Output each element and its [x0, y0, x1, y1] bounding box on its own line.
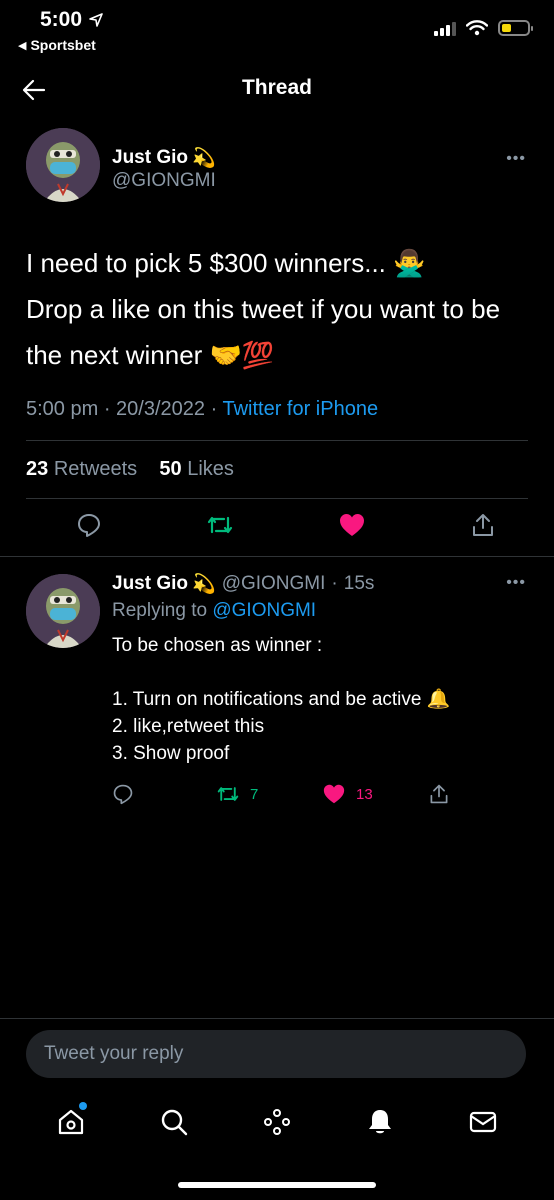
- thread-header: Thread: [0, 62, 554, 118]
- tweet-text: I need to pick 5 $300 winners... 🙅‍♂️ Dr…: [26, 248, 501, 370]
- reply-share-button[interactable]: [428, 783, 450, 805]
- cellular-signal-icon: [434, 20, 456, 36]
- reply-input[interactable]: Tweet your reply: [26, 1030, 526, 1078]
- mail-icon: [469, 1111, 496, 1133]
- author-display-name[interactable]: Just Gio 💫: [112, 146, 216, 170]
- page-title: Thread: [241, 76, 312, 99]
- retweet-icon[interactable]: [206, 512, 234, 538]
- home-icon: [59, 1109, 84, 1135]
- divider: [26, 498, 528, 499]
- likes-stat[interactable]: 50 Likes: [159, 458, 234, 480]
- divider: [0, 556, 554, 557]
- dizzy-emoji-icon: 💫: [192, 574, 216, 595]
- heart-icon[interactable]: [338, 512, 366, 538]
- divider: [26, 440, 528, 441]
- back-to-app-link[interactable]: ◀ Sportsbet: [18, 37, 96, 53]
- retweet-icon: [217, 787, 239, 801]
- search-icon: [161, 1109, 188, 1136]
- home-indicator: [178, 1182, 376, 1188]
- location-arrow-icon: [89, 13, 103, 27]
- reply-retweet-button[interactable]: 7: [216, 783, 322, 805]
- reply-age: 15s: [343, 573, 375, 594]
- replying-to-link[interactable]: @GIONGMI: [212, 600, 316, 621]
- retweets-stat[interactable]: 23 Retweets: [26, 458, 137, 480]
- reply-author-handle[interactable]: @GIONGMI: [222, 573, 326, 595]
- reply-actions: 7 13: [112, 783, 522, 805]
- bottom-tab-bar: [0, 1098, 554, 1146]
- tab-spaces[interactable]: [253, 1098, 301, 1146]
- avatar[interactable]: [26, 128, 100, 202]
- battery-icon: [498, 20, 533, 36]
- dizzy-emoji-icon: 💫: [192, 148, 216, 169]
- tab-search[interactable]: [150, 1098, 198, 1146]
- reply-comment-button[interactable]: [112, 783, 216, 805]
- heart-icon: [323, 784, 345, 804]
- spaces-icon: [263, 1109, 290, 1135]
- author-handle[interactable]: @GIONGMI: [112, 170, 216, 192]
- status-bar: 5:00 ◀ Sportsbet: [0, 0, 554, 60]
- replying-to: Replying to @GIONGMI: [112, 600, 317, 621]
- tweet-stats: 23 Retweets 50 Likes: [26, 458, 234, 481]
- bell-icon: [368, 1110, 391, 1134]
- tab-home[interactable]: [47, 1098, 95, 1146]
- comment-icon: [113, 784, 133, 805]
- reply-author-name[interactable]: Just Gio 💫: [112, 572, 216, 596]
- tab-messages[interactable]: [459, 1098, 507, 1146]
- avatar[interactable]: [26, 574, 100, 648]
- share-icon[interactable]: [470, 512, 496, 538]
- comment-icon[interactable]: [76, 512, 102, 538]
- reply-text: To be chosen as winner : 1. Turn on noti…: [112, 635, 451, 764]
- tab-notifications[interactable]: [356, 1098, 404, 1146]
- reply-like-button[interactable]: 13: [322, 783, 428, 805]
- tweet-source-link[interactable]: Twitter for iPhone: [222, 398, 378, 420]
- share-icon: [430, 784, 448, 804]
- status-time: 5:00: [40, 8, 104, 32]
- tweet-meta: 5:00 pm · 20/3/2022 · Twitter for iPhone: [26, 398, 379, 420]
- tweet-actions: [76, 512, 496, 538]
- divider: [0, 1018, 554, 1019]
- back-triangle-icon: ◀: [18, 39, 27, 52]
- more-dots-icon[interactable]: •••: [506, 150, 526, 168]
- wifi-icon: [466, 20, 488, 36]
